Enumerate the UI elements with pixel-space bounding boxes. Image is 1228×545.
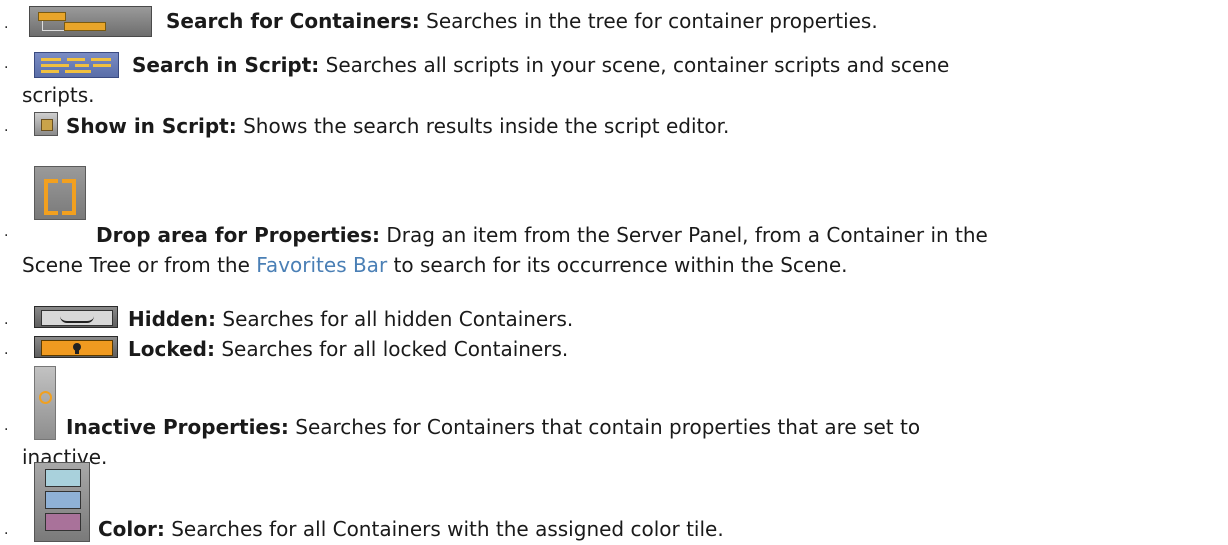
description: Shows the search results inside the scri… xyxy=(236,114,730,138)
list-item: · Show in Script: Shows the search resul… xyxy=(0,111,1228,141)
continuation-text: to search for its occurrence within the … xyxy=(387,253,848,277)
list-item: · Color: Searches for all Containers wit… xyxy=(0,462,1228,545)
term-search-in-script: Search in Script: xyxy=(132,53,320,77)
description: Drag an item from the Server Panel, from… xyxy=(380,223,988,247)
search-containers-icon[interactable] xyxy=(29,6,152,37)
description: Searches in the tree for container prope… xyxy=(419,9,878,33)
description: Searches all scripts in your scene, cont… xyxy=(319,53,950,77)
term-show-in-script: Show in Script: xyxy=(66,114,237,138)
color-icon[interactable] xyxy=(34,462,90,542)
favorites-bar-link[interactable]: Favorites Bar xyxy=(256,253,387,277)
bullet: · xyxy=(4,228,9,244)
bullet: · xyxy=(4,20,9,36)
bullet: · xyxy=(4,346,9,362)
term-hidden: Hidden: xyxy=(128,307,217,331)
list-item: · Locked: Searches for all locked Contai… xyxy=(0,336,1228,364)
drop-area-icon[interactable] xyxy=(34,166,86,220)
term-inactive-properties: Inactive Properties: xyxy=(66,415,289,439)
description: Searches for Containers that contain pro… xyxy=(288,415,921,439)
bullet: · xyxy=(4,123,9,139)
hidden-icon[interactable] xyxy=(34,306,118,328)
bullet: · xyxy=(4,316,9,332)
list-item: · Inactive Properties: Searches for Cont… xyxy=(0,366,1228,469)
locked-icon[interactable] xyxy=(34,336,118,358)
description: Searches for all locked Containers. xyxy=(214,337,569,361)
bullet: · xyxy=(4,526,9,542)
color-tile xyxy=(45,491,81,509)
term-search-containers: Search for Containers: xyxy=(166,9,420,33)
term-locked: Locked: xyxy=(128,337,215,361)
description: Searches for all Containers with the ass… xyxy=(164,517,724,541)
list-item: · Hidden: Searches for all hidden Contai… xyxy=(0,306,1228,334)
continuation-text: Scene Tree or from the xyxy=(22,253,257,277)
continuation: Scene Tree or from the Favorites Bar to … xyxy=(22,252,848,278)
show-in-script-icon[interactable] xyxy=(34,112,58,136)
color-tile xyxy=(45,469,81,487)
inactive-properties-icon[interactable] xyxy=(34,366,56,440)
bullet: · xyxy=(4,422,9,438)
continuation: scripts. xyxy=(22,83,95,107)
term-drop-area: Drop area for Properties: xyxy=(96,223,381,247)
description: Searches for all hidden Containers. xyxy=(216,307,574,331)
search-in-script-icon[interactable] xyxy=(34,52,119,78)
bullet: · xyxy=(4,60,9,76)
term-color: Color: xyxy=(98,517,165,541)
list-item: · Search for Containers: Searches in the… xyxy=(0,0,1228,44)
list-item: · Drop area for Properties: Drag an item… xyxy=(0,166,1228,281)
color-tile xyxy=(45,513,81,531)
list-item: · Search in Script: Searches all scripts… xyxy=(0,52,1228,110)
